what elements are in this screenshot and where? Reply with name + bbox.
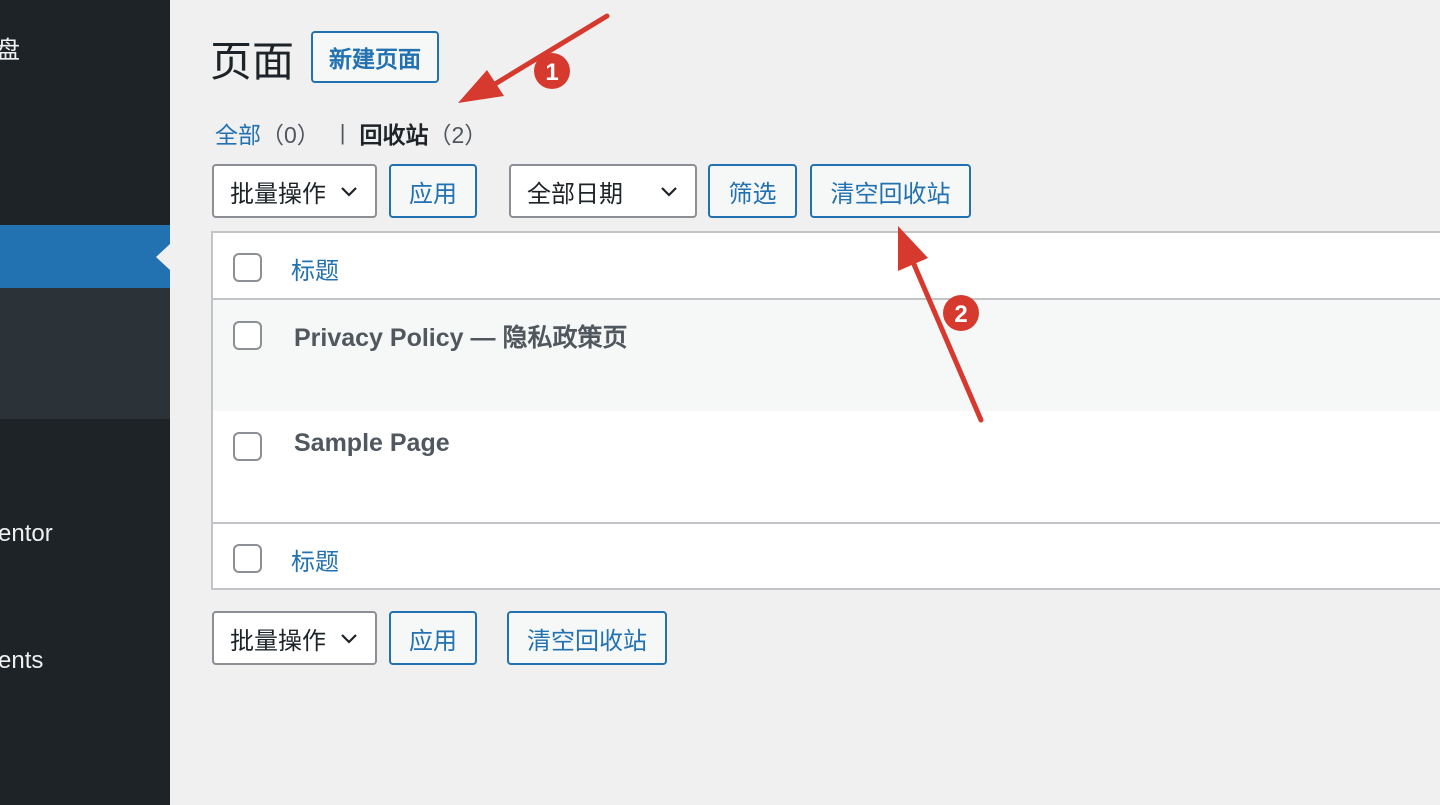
row-checkbox[interactable] — [233, 432, 262, 461]
empty-trash-button-top[interactable]: 清空回收站 — [810, 164, 971, 218]
date-filter-label: 全部日期 — [527, 180, 623, 208]
add-new-page-button[interactable]: 新建页面 — [311, 31, 439, 83]
row-title[interactable]: Privacy Policy — 隐私政策页 — [294, 318, 627, 354]
date-filter-select[interactable]: 全部日期 — [509, 164, 697, 218]
view-filters: 全部（0） | 回收站（2） — [215, 116, 487, 150]
annotation-marker-1: 1 — [534, 53, 570, 89]
view-trash-link[interactable]: 回收站（2） — [360, 116, 488, 150]
chevron-down-icon — [339, 628, 359, 648]
select-all-checkbox-footer[interactable] — [233, 544, 262, 573]
view-trash-count: （2） — [428, 122, 488, 148]
filter-button[interactable]: 筛选 — [708, 164, 797, 218]
page-title: 页面 — [210, 38, 295, 85]
chevron-down-icon — [339, 181, 359, 201]
sidebar-item-comments[interactable]: ents — [0, 647, 43, 675]
bulk-actions-select-bottom[interactable]: 批量操作 — [212, 611, 377, 665]
column-title-header[interactable]: 标题 — [291, 251, 339, 286]
chevron-down-icon — [659, 181, 679, 201]
select-all-checkbox[interactable] — [233, 253, 262, 282]
table-header: 标题 — [213, 233, 1440, 300]
sidebar-item-pages-active[interactable] — [0, 225, 170, 288]
view-trash-label: 回收站 — [359, 122, 429, 148]
empty-trash-button-bottom[interactable]: 清空回收站 — [507, 611, 667, 665]
annotation-arrow-1 — [458, 13, 610, 103]
view-all-label: 全部 — [215, 122, 261, 148]
table-row: Sample Page — [213, 411, 1440, 522]
sidebar-submenu — [0, 288, 170, 419]
sidebar-item-dashboard[interactable]: 盘 — [0, 30, 20, 65]
table-footer: 标题 — [213, 522, 1440, 590]
svg-text:1: 1 — [545, 59, 558, 86]
bulk-actions-label: 批量操作 — [230, 627, 326, 655]
admin-sidebar: 盘 entor ents — [0, 0, 170, 805]
sidebar-item-elementor[interactable]: entor — [0, 520, 53, 548]
column-title-footer[interactable]: 标题 — [291, 542, 339, 577]
view-all-count: （0） — [261, 122, 320, 148]
apply-button-top[interactable]: 应用 — [389, 164, 477, 218]
apply-button-bottom[interactable]: 应用 — [389, 611, 477, 665]
pages-table: 标题 Privacy Policy — 隐私政策页 Sample Page 标题 — [211, 231, 1440, 590]
table-row: Privacy Policy — 隐私政策页 — [213, 300, 1440, 411]
view-all-link[interactable]: 全部（0） — [215, 116, 320, 150]
view-separator: | — [339, 120, 346, 145]
bulk-actions-select-top[interactable]: 批量操作 — [212, 164, 377, 218]
row-title[interactable]: Sample Page — [294, 429, 450, 458]
bulk-actions-label: 批量操作 — [230, 180, 326, 208]
row-checkbox[interactable] — [233, 321, 262, 350]
